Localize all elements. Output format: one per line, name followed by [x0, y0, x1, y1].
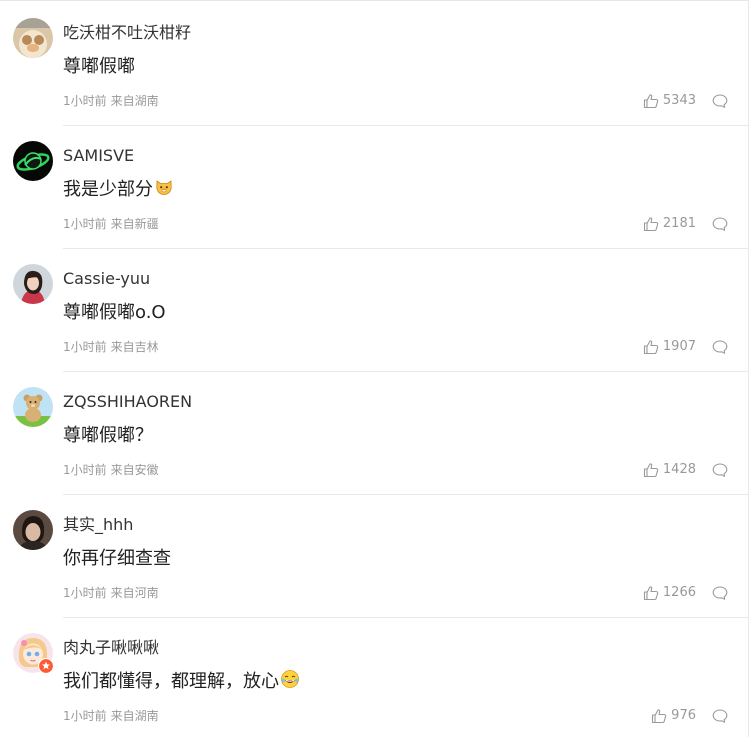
avatar[interactable]: [13, 264, 53, 304]
comment-bubble-icon[interactable]: [712, 708, 728, 724]
avatar[interactable]: [13, 387, 53, 427]
like-button[interactable]: 1266: [643, 585, 696, 601]
comment-text-body: 你再仔细查查: [63, 548, 171, 569]
location: 来自河南: [110, 586, 159, 600]
comment-bubble-icon[interactable]: [712, 585, 728, 601]
username[interactable]: SAMISVE: [63, 145, 134, 167]
username[interactable]: 其实_hhh: [63, 514, 133, 536]
avatar[interactable]: [13, 141, 53, 181]
like-count: 1907: [662, 339, 696, 354]
cartoon-bear-icon: [13, 387, 53, 427]
comment-text: 我是少部分: [63, 177, 174, 203]
planet-ring-icon: [13, 141, 53, 181]
thumb-up-icon: [643, 463, 659, 478]
comment-meta: 1小时前 来自湖南: [63, 93, 159, 109]
comment-actions: 1428: [643, 460, 728, 480]
thumb-up-icon: [643, 217, 659, 232]
comment-actions: 1907: [643, 337, 728, 357]
comment-actions: 5343: [643, 91, 728, 111]
timestamp: 1小时前: [63, 586, 107, 600]
comment-meta: 1小时前 来自安徽: [63, 462, 159, 478]
top-border: [0, 0, 749, 1]
thumb-up-icon: [643, 340, 659, 355]
comment-bubble-icon[interactable]: [712, 462, 728, 478]
location: 来自新疆: [110, 217, 159, 231]
comment-text-body: 我们都懂得，都理解，放心: [63, 671, 279, 692]
thumb-up-icon: [643, 94, 659, 109]
comment-item: ZQSSHIHAOREN 尊嘟假嘟？ 1小时前 来自安徽 1428: [0, 372, 749, 495]
like-count: 5343: [662, 93, 696, 108]
comment-text-body: 尊嘟假嘟o.O: [63, 302, 166, 323]
like-button[interactable]: 2181: [643, 216, 696, 232]
cat-face-emoji: [156, 180, 172, 195]
comment-bubble-icon[interactable]: [712, 339, 728, 355]
like-button[interactable]: 1428: [643, 462, 696, 478]
like-button[interactable]: 976: [651, 708, 696, 724]
comment-bubble-icon[interactable]: [712, 216, 728, 232]
timestamp: 1小时前: [63, 463, 107, 477]
like-button[interactable]: 1907: [643, 339, 696, 355]
comment-text: 我们都懂得，都理解，放心: [63, 669, 300, 695]
comment-item: SAMISVE 我是少部分 1小时前 来自新疆 2181: [0, 126, 749, 249]
girl-portrait-icon: [13, 264, 53, 304]
avatar[interactable]: [13, 510, 53, 550]
verified-badge-icon: [38, 658, 54, 674]
comment-item: 其实_hhh 你再仔细查查 1小时前 来自河南 1266: [0, 495, 749, 618]
thumb-up-icon: [652, 709, 667, 724]
username[interactable]: Cassie-yuu: [63, 268, 150, 290]
comment-text: 你再仔细查查: [63, 546, 171, 572]
username[interactable]: ZQSSHIHAOREN: [63, 391, 192, 413]
timestamp: 1小时前: [63, 709, 107, 723]
like-count: 976: [671, 708, 696, 723]
timestamp: 1小时前: [63, 217, 107, 231]
avatar[interactable]: [13, 633, 54, 674]
comment-text: 尊嘟假嘟: [63, 54, 135, 80]
like-count: 2181: [662, 216, 696, 231]
username[interactable]: 肉丸子啾啾啾: [63, 637, 159, 659]
timestamp: 1小时前: [63, 340, 107, 354]
comment-actions: 1266: [643, 583, 728, 603]
location: 来自吉林: [110, 340, 159, 354]
comment-actions: 976: [651, 706, 728, 726]
comment-bubble-icon[interactable]: [712, 93, 728, 109]
person-photo-icon: [13, 510, 53, 550]
comment-item: 吃沃柑不吐沃柑籽 尊嘟假嘟 1小时前 来自湖南 5343: [0, 3, 749, 126]
location: 来自湖南: [110, 94, 159, 108]
like-button[interactable]: 5343: [643, 93, 696, 109]
comment-meta: 1小时前 来自河南: [63, 585, 159, 601]
comment-text: 尊嘟假嘟o.O: [63, 300, 166, 326]
location: 来自湖南: [110, 709, 159, 723]
like-count: 1266: [662, 585, 696, 600]
comment-item: 肉丸子啾啾啾 我们都懂得，都理解，放心 1小时前 来自湖南 976: [0, 618, 749, 737]
avatar[interactable]: [13, 18, 53, 58]
comment-text-body: 尊嘟假嘟: [63, 56, 135, 77]
comment-meta: 1小时前 来自吉林: [63, 339, 159, 355]
comment-meta: 1小时前 来自湖南: [63, 708, 159, 724]
comment-actions: 2181: [643, 214, 728, 234]
thumb-up-icon: [643, 586, 659, 601]
location: 来自安徽: [110, 463, 159, 477]
laughing-emoji: [281, 670, 299, 688]
comment-text: 尊嘟假嘟？: [63, 423, 153, 449]
comment-text-body: 尊嘟假嘟？: [63, 425, 153, 446]
pet-photo-icon: [13, 18, 53, 58]
timestamp: 1小时前: [63, 94, 107, 108]
comment-item: Cassie-yuu 尊嘟假嘟o.O 1小时前 来自吉林 1907: [0, 249, 749, 372]
like-count: 1428: [662, 462, 696, 477]
comment-text-body: 我是少部分: [63, 179, 153, 200]
username[interactable]: 吃沃柑不吐沃柑籽: [63, 22, 191, 44]
comment-meta: 1小时前 来自新疆: [63, 216, 159, 232]
